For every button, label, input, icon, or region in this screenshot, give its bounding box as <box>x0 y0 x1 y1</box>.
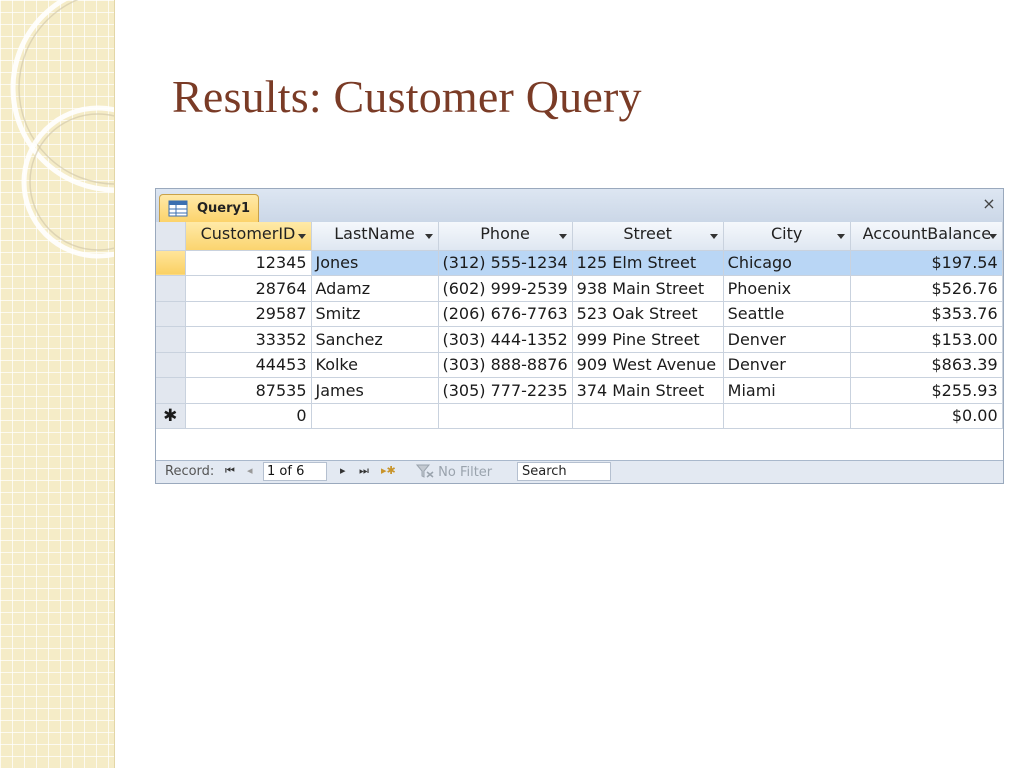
last-record-icon[interactable]: ⏭ <box>359 464 369 478</box>
query-datasheet-icon <box>168 200 188 217</box>
datasheet-grid: CustomerID LastName Phone Street City Ac… <box>156 222 1003 429</box>
column-header-phone[interactable]: Phone <box>438 222 573 251</box>
decorative-circles <box>10 0 114 259</box>
cell-city[interactable]: Phoenix <box>723 275 851 302</box>
cell-phone[interactable]: (303) 444-1352 <box>438 326 573 353</box>
next-record-icon[interactable]: ▸ <box>340 464 346 477</box>
cell-street[interactable]: 999 Pine Street <box>572 326 724 353</box>
row-selector[interactable] <box>156 250 186 276</box>
chevron-down-icon[interactable] <box>297 234 306 239</box>
row-selector[interactable] <box>156 301 186 327</box>
column-header-label: CustomerID <box>200 224 296 244</box>
record-navigation-bar: Record: ⏮ ◂ ▸ ⏭ ▸✱ No Filter <box>156 460 1003 483</box>
cell-lastname[interactable] <box>311 403 439 429</box>
close-icon[interactable]: × <box>981 196 997 212</box>
cell-accountbalance[interactable]: $863.39 <box>850 352 1003 378</box>
cell-street[interactable]: 909 West Avenue <box>572 352 724 378</box>
row-selector[interactable] <box>156 352 186 378</box>
slide-title: Results: Customer Query <box>172 71 642 122</box>
table-row[interactable]: 28764 Adamz (602) 999-2539 938 Main Stre… <box>156 275 1003 302</box>
cell-lastname[interactable]: Sanchez <box>311 326 439 353</box>
cell-city[interactable]: Denver <box>723 352 851 378</box>
query-datasheet-window: Query1 × CustomerID LastName Phone Stree… <box>155 188 1004 484</box>
cell-lastname[interactable]: James <box>311 377 439 404</box>
chevron-down-icon[interactable] <box>424 234 433 239</box>
cell-lastname[interactable]: Adamz <box>311 275 439 302</box>
cell-accountbalance[interactable]: $153.00 <box>850 326 1003 353</box>
cell-street[interactable]: 938 Main Street <box>572 275 724 302</box>
table-row[interactable]: 29587 Smitz (206) 676-7763 523 Oak Stree… <box>156 301 1003 327</box>
new-record-nav-icon[interactable]: ▸✱ <box>381 464 396 477</box>
table-row[interactable]: 33352 Sanchez (303) 444-1352 999 Pine St… <box>156 326 1003 353</box>
first-record-icon[interactable]: ⏮ <box>225 464 235 478</box>
cell-street[interactable]: 523 Oak Street <box>572 301 724 327</box>
cell-phone[interactable]: (305) 777-2235 <box>438 377 573 404</box>
column-header-city[interactable]: City <box>723 222 851 251</box>
cell-street[interactable] <box>572 403 724 429</box>
cell-customerid[interactable]: 28764 <box>185 275 312 302</box>
cell-phone[interactable] <box>438 403 573 429</box>
column-header-label: City <box>770 224 803 244</box>
cell-phone[interactable]: (602) 999-2539 <box>438 275 573 302</box>
cell-city[interactable]: Chicago <box>723 250 851 276</box>
row-selector[interactable] <box>156 377 186 404</box>
cell-city[interactable]: Seattle <box>723 301 851 327</box>
row-selector[interactable] <box>156 275 186 302</box>
chevron-down-icon[interactable] <box>988 234 997 239</box>
current-record-field[interactable] <box>263 462 327 481</box>
filter-toggle-button[interactable]: No Filter <box>415 464 493 480</box>
cell-customerid[interactable]: 33352 <box>185 326 312 353</box>
column-header-lastname[interactable]: LastName <box>311 222 439 251</box>
cell-customerid[interactable]: 29587 <box>185 301 312 327</box>
cell-phone[interactable]: (206) 676-7763 <box>438 301 573 327</box>
column-header-label: AccountBalance <box>862 224 990 244</box>
table-row[interactable]: 44453 Kolke (303) 888-8876 909 West Aven… <box>156 352 1003 378</box>
column-header-label: LastName <box>334 224 415 244</box>
cell-lastname[interactable]: Smitz <box>311 301 439 327</box>
tab-query1-label: Query1 <box>197 201 251 216</box>
cell-lastname[interactable]: Jones <box>311 250 439 276</box>
cell-accountbalance[interactable]: $353.76 <box>850 301 1003 327</box>
column-header-street[interactable]: Street <box>572 222 724 251</box>
funnel-icon <box>415 464 434 478</box>
cell-customerid[interactable]: 87535 <box>185 377 312 404</box>
cell-accountbalance[interactable]: $197.54 <box>850 250 1003 276</box>
tab-query1[interactable]: Query1 <box>159 194 259 222</box>
column-header-label: Phone <box>480 224 530 244</box>
cell-lastname[interactable]: Kolke <box>311 352 439 378</box>
record-label: Record: <box>165 464 215 479</box>
cell-accountbalance[interactable]: $0.00 <box>850 403 1003 429</box>
cell-phone[interactable]: (303) 888-8876 <box>438 352 573 378</box>
table-row[interactable]: 12345 Jones (312) 555-1234 125 Elm Stree… <box>156 250 1003 276</box>
column-header-row: CustomerID LastName Phone Street City Ac… <box>156 222 1003 251</box>
new-record-row[interactable]: ✱ 0 $0.00 <box>156 403 1003 429</box>
cell-street[interactable]: 125 Elm Street <box>572 250 724 276</box>
cell-phone[interactable]: (312) 555-1234 <box>438 250 573 276</box>
cell-city[interactable]: Miami <box>723 377 851 404</box>
cell-customerid[interactable]: 0 <box>185 403 312 429</box>
cell-customerid[interactable]: 44453 <box>185 352 312 378</box>
new-record-selector[interactable]: ✱ <box>156 403 186 429</box>
cell-accountbalance[interactable]: $255.93 <box>850 377 1003 404</box>
filter-label: No Filter <box>438 465 493 480</box>
cell-city[interactable]: Denver <box>723 326 851 353</box>
previous-record-icon[interactable]: ◂ <box>247 464 253 477</box>
document-tab-strip: Query1 × <box>156 189 1003 223</box>
column-header-customerid[interactable]: CustomerID <box>185 222 312 251</box>
chevron-down-icon[interactable] <box>558 234 567 239</box>
column-header-accountbalance[interactable]: AccountBalance <box>850 222 1003 251</box>
column-header-label: Street <box>623 224 672 244</box>
search-input[interactable] <box>517 462 611 481</box>
row-selector[interactable] <box>156 326 186 353</box>
table-row[interactable]: 87535 James (305) 777-2235 374 Main Stre… <box>156 377 1003 404</box>
cell-accountbalance[interactable]: $526.76 <box>850 275 1003 302</box>
new-record-icon: ✱ <box>163 406 178 427</box>
cell-city[interactable] <box>723 403 851 429</box>
chevron-down-icon[interactable] <box>836 234 845 239</box>
cell-customerid[interactable]: 12345 <box>185 250 312 276</box>
decorative-side-strip <box>0 0 115 768</box>
chevron-down-icon[interactable] <box>709 234 718 239</box>
cell-street[interactable]: 374 Main Street <box>572 377 724 404</box>
select-all-corner[interactable] <box>156 222 186 251</box>
